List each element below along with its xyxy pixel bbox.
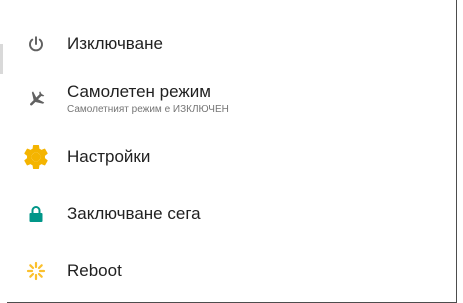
menu-item-lock-now[interactable]: Заключване сега bbox=[7, 192, 455, 236]
airplane-icon bbox=[19, 82, 53, 116]
lock-icon bbox=[19, 197, 53, 231]
menu-item-airplane-mode[interactable]: Самолетен режим Самолетният режим е ИЗКЛ… bbox=[7, 77, 455, 121]
background-edge bbox=[0, 44, 3, 74]
menu-item-label: Самолетен режим bbox=[67, 82, 211, 101]
menu-item-label: Изключване bbox=[67, 34, 163, 53]
settings-gear-icon bbox=[19, 140, 53, 174]
menu-item-label: Заключване сега bbox=[67, 204, 201, 223]
screen: Изключване Самолетен режим Самолетният р… bbox=[0, 0, 463, 303]
power-menu: Изключване Самолетен режим Самолетният р… bbox=[7, 0, 457, 303]
menu-item-label: Настройки bbox=[67, 147, 151, 166]
menu-item-label: Reboot bbox=[67, 261, 122, 280]
reboot-icon bbox=[19, 254, 53, 288]
power-icon bbox=[19, 27, 53, 61]
menu-item-subtitle: Самолетният режим е ИЗКЛЮЧЕН bbox=[67, 104, 229, 115]
menu-item-reboot[interactable]: Reboot bbox=[7, 249, 455, 293]
menu-item-power-off[interactable]: Изключване bbox=[7, 22, 455, 66]
menu-item-settings[interactable]: Настройки bbox=[7, 135, 455, 179]
